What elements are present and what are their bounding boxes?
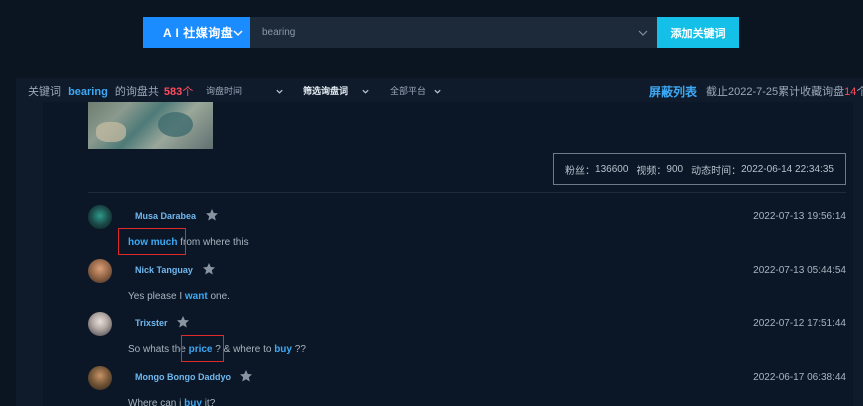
chevron-down-icon: [233, 30, 243, 37]
favorites-count: 14: [844, 86, 857, 98]
post-stats: 粉丝： 136600 视频： 900 动态时间： 2022-06-14 22:3…: [553, 153, 846, 185]
keyword-prefix: 关键词: [28, 86, 61, 98]
keyword-middle: 的询盘共: [114, 86, 159, 98]
keyword-name: bearing: [68, 86, 108, 98]
annotation-box: [118, 228, 186, 255]
chevron-down-icon: [433, 89, 441, 94]
post-time-label: 动态时间：: [691, 165, 742, 177]
comment-username[interactable]: Musa Darabea: [135, 211, 196, 221]
inquiry-count: 583: [163, 86, 183, 98]
platform-filter-label: 全部平台: [390, 86, 427, 96]
comment-keyword: buy: [274, 344, 292, 355]
comment-keyword: buy: [184, 398, 202, 406]
avatar[interactable]: [88, 312, 112, 336]
inquiry-panel: 关键词 bearing 的询盘共 583个 询盘时间 筛选询盘词 全部平台 屏蔽…: [16, 78, 863, 406]
comment-username[interactable]: Mongo Bongo Daddyo: [135, 372, 231, 382]
fans-count: 136600: [595, 163, 629, 175]
comment-keyword: want: [184, 291, 208, 302]
fans-label: 粉丝：: [565, 165, 596, 177]
comment-username[interactable]: Nick Tanguay: [135, 265, 193, 275]
star-icon[interactable]: [205, 208, 219, 222]
chevron-down-icon: [275, 89, 283, 94]
comment-text-rest: one.: [207, 291, 230, 302]
comment-item: Mongo Bongo Daddyo 2022-06-17 06:38:44 W…: [88, 366, 848, 406]
time-filter[interactable]: 询盘时间: [206, 84, 284, 97]
comment-item: Nick Tanguay 2022-07-13 05:44:54 Yes ple…: [88, 259, 848, 311]
favorites-summary-prefix: 截止2022-7-25累计收藏询盘: [706, 86, 845, 98]
avatar[interactable]: [88, 366, 112, 390]
comment-time: 2022-07-13 05:44:54: [753, 265, 846, 276]
comment-text: Yes please I want one.: [128, 291, 230, 302]
word-filter[interactable]: 筛选询盘词: [303, 84, 370, 97]
videos-count: 900: [666, 163, 684, 175]
star-icon[interactable]: [239, 369, 253, 383]
word-filter-label: 筛选询盘词: [303, 86, 349, 96]
comment-text-pre: Yes please I: [128, 291, 185, 302]
chevron-down-icon[interactable]: [637, 27, 649, 39]
videos-label: 视频：: [636, 165, 667, 177]
comment-text-pre: So whats the: [128, 344, 189, 355]
result-summary: 关键词 bearing 的询盘共 583个: [28, 83, 193, 99]
post-time: 2022-06-14 22:34:35: [741, 163, 834, 175]
search-bar: A I 社媒询盘 添加关键词: [143, 17, 739, 48]
keyword-input[interactable]: [250, 17, 657, 48]
avatar[interactable]: [88, 205, 112, 229]
post-thumbnail[interactable]: [88, 102, 213, 149]
comment-text: Where can i buy it?: [128, 398, 215, 406]
comment-time: 2022-06-17 06:38:44: [753, 372, 846, 383]
filter-row: 关键词 bearing 的询盘共 583个 询盘时间 筛选询盘词 全部平台 屏蔽…: [16, 78, 863, 102]
inquiry-content: 粉丝： 136600 视频： 900 动态时间： 2022-06-14 22:3…: [43, 102, 853, 406]
favorites-summary: 截止2022-7-25累计收藏询盘14个: [706, 83, 863, 99]
comment-text-rest: it?: [201, 398, 216, 406]
comment-text-rest: ??: [291, 344, 306, 355]
comment-text-rest: from where this: [177, 237, 249, 248]
time-filter-label: 询盘时间: [206, 86, 243, 96]
platform-select[interactable]: A I 社媒询盘: [143, 17, 250, 48]
comment-username[interactable]: Trixster: [135, 318, 168, 328]
chevron-down-icon: [361, 89, 369, 94]
divider: [88, 192, 846, 193]
comment-item: Trixster 2022-07-12 17:51:44 So whats th…: [88, 312, 848, 364]
comment-text-pre: Where can i: [128, 398, 185, 406]
avatar[interactable]: [88, 259, 112, 283]
add-keyword-button[interactable]: 添加关键词: [657, 17, 739, 48]
inquiry-count-unit: 个: [182, 86, 194, 98]
star-icon[interactable]: [202, 262, 216, 276]
comment-time: 2022-07-12 17:51:44: [753, 318, 846, 329]
favorites-unit: 个: [856, 86, 863, 98]
platform-select-label: A I 社媒询盘: [163, 26, 234, 40]
annotation-box: [181, 335, 224, 362]
star-icon[interactable]: [176, 315, 190, 329]
comment-time: 2022-07-13 19:56:14: [753, 211, 846, 222]
comment-item: Musa Darabea 2022-07-13 19:56:14 how muc…: [88, 205, 848, 257]
platform-filter[interactable]: 全部平台: [390, 84, 442, 97]
block-list-link[interactable]: 屏蔽列表: [649, 83, 697, 100]
